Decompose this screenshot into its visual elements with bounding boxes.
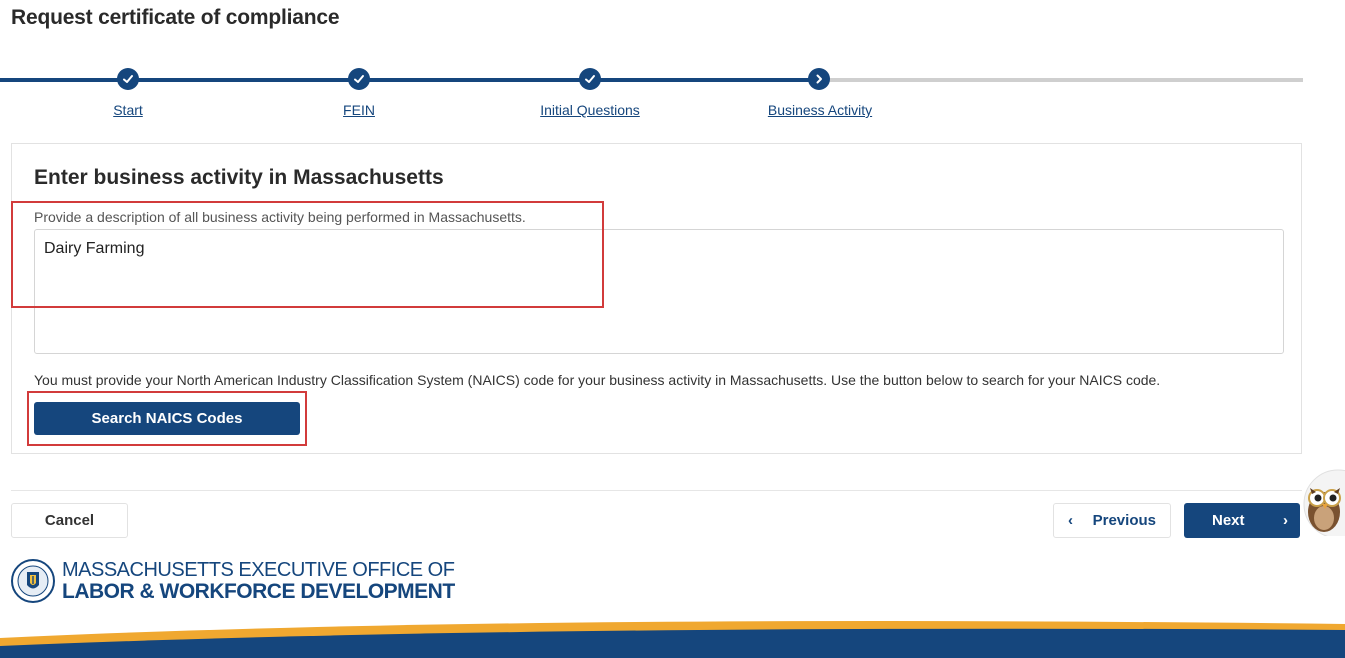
step-initial-questions-check-icon <box>579 68 601 90</box>
section-heading: Enter business activity in Massachusetts <box>34 166 444 189</box>
highlight-box-naics-button <box>27 391 307 446</box>
page-title: Request certificate of compliance <box>11 6 340 29</box>
step-link-fein[interactable]: FEIN <box>343 102 375 118</box>
step-business-activity-chevron-icon <box>808 68 830 90</box>
previous-button-label: Previous <box>1092 512 1156 529</box>
eolwd-logo: MASSACHUSETTS EXECUTIVE OFFICE OF LABOR … <box>10 558 455 604</box>
step-start-check-icon <box>117 68 139 90</box>
step-link-start[interactable]: Start <box>113 102 143 118</box>
cancel-button[interactable]: Cancel <box>11 503 128 538</box>
chevron-right-icon: › <box>1283 512 1288 529</box>
stepper-line-remaining <box>827 78 1303 82</box>
highlight-box-activity <box>11 201 604 308</box>
agency-name-line1: MASSACHUSETTS EXECUTIVE OFFICE OF <box>62 559 455 581</box>
owl-helper-icon[interactable] <box>1298 468 1345 539</box>
chevron-left-icon: ‹ <box>1068 512 1073 529</box>
naics-instruction-text: You must provide your North American Ind… <box>34 372 1161 388</box>
footer-divider <box>11 490 1302 491</box>
previous-button[interactable]: ‹ Previous <box>1053 503 1171 538</box>
step-link-initial-questions[interactable]: Initial Questions <box>540 102 640 118</box>
next-button[interactable]: Next › <box>1184 503 1300 538</box>
step-fein-check-icon <box>348 68 370 90</box>
massachusetts-seal-icon <box>11 559 55 603</box>
agency-name-line2: LABOR & WORKFORCE DEVELOPMENT <box>62 580 455 603</box>
decorative-swoosh <box>0 621 1345 658</box>
next-button-label: Next <box>1212 512 1245 529</box>
step-link-business-activity[interactable]: Business Activity <box>768 102 872 118</box>
progress-stepper: Start FEIN Initial Questions Business Ac… <box>0 60 1345 130</box>
